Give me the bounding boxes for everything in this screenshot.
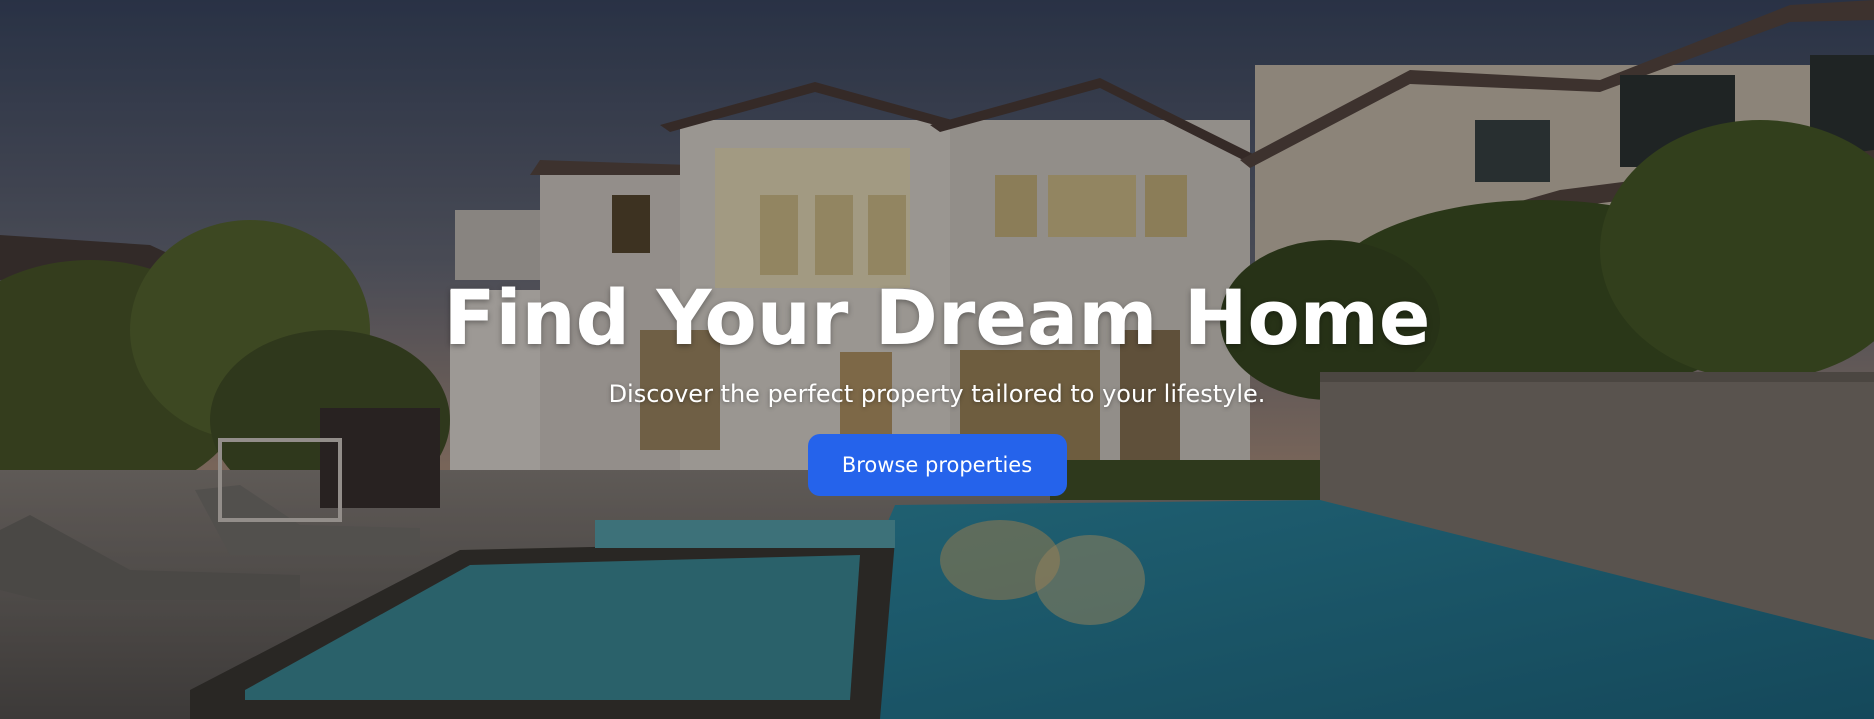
hero-subtitle: Discover the perfect property tailored t… [608,380,1266,408]
hero-section: Find Your Dream Home Discover the perfec… [0,0,1874,719]
hero-content: Find Your Dream Home Discover the perfec… [0,262,1874,496]
browse-properties-button[interactable]: Browse properties [807,434,1067,496]
hero-title: Find Your Dream Home [443,273,1431,362]
